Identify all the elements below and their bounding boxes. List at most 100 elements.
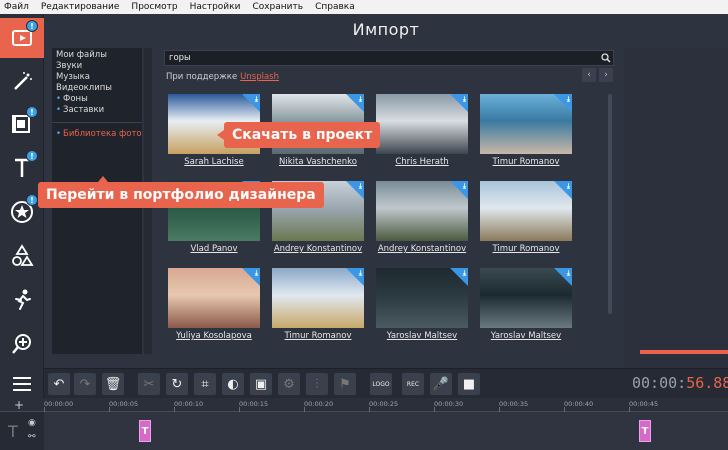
timeline-ruler[interactable]: + 00:00:00 00:00:05 00:00:10 00:00:15 00:00:… bbox=[0, 398, 728, 412]
notification-badge: ! bbox=[26, 194, 38, 206]
author-link[interactable]: Vlad Panov bbox=[164, 244, 264, 254]
author-link[interactable]: Timur Romanov bbox=[476, 244, 576, 254]
category-item[interactable]: Фоны bbox=[52, 94, 142, 105]
menubar: Файл Редактирование Просмотр Настройки С… bbox=[0, 0, 728, 14]
category-photo-library[interactable]: Библиотека фото bbox=[52, 129, 142, 140]
ruler-tick-label: 00:00:25 bbox=[369, 400, 399, 408]
search-button[interactable] bbox=[597, 50, 614, 66]
category-item[interactable]: Заставки bbox=[52, 105, 142, 116]
undo-button[interactable]: ↶ bbox=[48, 373, 70, 395]
photo-thumbnail[interactable]: ⤓ bbox=[168, 268, 260, 328]
flag-button[interactable]: ⚑ bbox=[334, 373, 356, 395]
author-link[interactable]: Sarah Lachise bbox=[164, 157, 264, 167]
title-clip[interactable]: T bbox=[639, 420, 651, 442]
powered-by: При поддержке Unsplash bbox=[166, 72, 279, 82]
camera-icon: ■ bbox=[462, 376, 476, 392]
time-display: 00:00:56.88 bbox=[632, 374, 728, 392]
photo-thumbnail[interactable]: ⤓ bbox=[480, 94, 572, 154]
menu-help[interactable]: Справка bbox=[315, 2, 355, 12]
rec-icon: REC bbox=[406, 380, 420, 388]
author-link[interactable]: Nikita Vashchenko bbox=[268, 157, 368, 167]
category-item[interactable]: Музыка bbox=[52, 72, 142, 83]
ruler-tick-label: 00:00:20 bbox=[304, 400, 334, 408]
animation-tool-button[interactable] bbox=[0, 280, 44, 320]
trash-icon: 🗑 bbox=[104, 376, 122, 392]
menu-view[interactable]: Просмотр bbox=[131, 2, 177, 12]
ruler-tick-label: 00:00:10 bbox=[174, 400, 204, 408]
color-icon: ◐ bbox=[227, 376, 239, 392]
rotate-button[interactable]: ↻ bbox=[166, 373, 188, 395]
eye-icon[interactable]: ◉ bbox=[28, 418, 36, 428]
rotate-icon: ↻ bbox=[171, 376, 183, 392]
powered-by-text: При поддержке bbox=[166, 72, 238, 82]
author-link[interactable]: Timur Romanov bbox=[476, 157, 576, 167]
category-item[interactable]: Звуки bbox=[52, 61, 142, 72]
time-fraction: 56.88 bbox=[686, 374, 728, 392]
shapes-icon bbox=[12, 244, 34, 266]
camera-button[interactable]: ■ bbox=[458, 373, 480, 395]
running-man-icon bbox=[15, 289, 31, 310]
magic-wand-icon bbox=[14, 72, 32, 90]
titles-tool-button[interactable]: ! bbox=[0, 148, 44, 188]
ruler-tick-label: 00:00:15 bbox=[239, 400, 269, 408]
download-icon: ⤓ bbox=[254, 95, 258, 103]
gear-icon: ⚙ bbox=[283, 376, 295, 392]
mic-icon: 🎤 bbox=[432, 376, 450, 392]
gear-button[interactable]: ⚙ bbox=[278, 373, 300, 395]
trash-button[interactable]: 🗑 bbox=[102, 373, 124, 395]
chevron-right-icon: › bbox=[604, 70, 608, 80]
portfolio-callout: Перейти в портфолио дизайнера bbox=[38, 176, 324, 208]
search-input[interactable]: горы bbox=[164, 50, 614, 66]
rec-button[interactable]: REC bbox=[402, 373, 424, 395]
menu-edit[interactable]: Редактирование bbox=[41, 2, 120, 12]
photo-thumbnail[interactable]: ⤓ bbox=[376, 181, 468, 241]
author-link[interactable]: Andrey Konstantinov bbox=[268, 244, 368, 254]
photo-thumbnail[interactable]: ⤓ bbox=[480, 268, 572, 328]
photo-thumbnail[interactable]: ⤓ bbox=[272, 268, 364, 328]
equalizer-icon: ⫶ bbox=[315, 376, 319, 392]
title-clip[interactable]: T bbox=[139, 420, 151, 442]
author-link[interactable]: Yuliya Kosolapova bbox=[164, 331, 264, 341]
ruler-tick-label: 00:00:40 bbox=[564, 400, 594, 408]
time-main: 00:00: bbox=[632, 374, 687, 392]
author-link[interactable]: Andrey Konstantinov bbox=[372, 244, 472, 254]
import-tool-button[interactable]: ! bbox=[0, 18, 44, 58]
link-icon[interactable]: ⚯ bbox=[28, 432, 36, 442]
download-icon: ⤓ bbox=[358, 182, 362, 190]
fit-icon: ▣ bbox=[254, 376, 268, 392]
menu-save[interactable]: Сохранить bbox=[252, 2, 303, 12]
unsplash-link[interactable]: Unsplash bbox=[240, 72, 279, 82]
scissors-button[interactable]: ✂ bbox=[138, 373, 160, 395]
author-link[interactable]: Yaroslav Maltsev bbox=[372, 331, 472, 341]
menu-settings[interactable]: Настройки bbox=[190, 2, 241, 12]
color-button[interactable]: ◐ bbox=[222, 373, 244, 395]
category-item[interactable]: Мои файлы bbox=[52, 50, 142, 61]
redo-icon: ↷ bbox=[79, 376, 91, 392]
filters-tool-button[interactable]: ! bbox=[0, 104, 44, 144]
photo-thumbnail[interactable]: ⤓ bbox=[376, 94, 468, 154]
add-track-icon[interactable]: + bbox=[14, 398, 24, 412]
photo-thumbnail[interactable]: ⤓ bbox=[480, 181, 572, 241]
grid-scrollbar[interactable] bbox=[608, 94, 612, 314]
author-link[interactable]: Timur Romanov bbox=[268, 331, 368, 341]
crop-button[interactable]: ⌗ bbox=[194, 373, 216, 395]
fit-button[interactable]: ▣ bbox=[250, 373, 272, 395]
equalizer-button[interactable]: ⫶ bbox=[306, 373, 328, 395]
undo-icon: ↶ bbox=[53, 376, 65, 392]
author-link[interactable]: Yaroslav Maltsev bbox=[476, 331, 576, 341]
prev-page-button[interactable]: ‹ bbox=[582, 68, 596, 82]
mic-button[interactable]: 🎤 bbox=[430, 373, 452, 395]
next-page-button[interactable]: › bbox=[599, 68, 613, 82]
photo-thumbnail[interactable]: ⤓ bbox=[376, 268, 468, 328]
zoom-tool-button[interactable] bbox=[0, 324, 44, 364]
crop-icon: ⌗ bbox=[201, 376, 209, 392]
category-item[interactable]: Видеоклипы bbox=[52, 83, 142, 94]
shapes-tool-button[interactable] bbox=[0, 236, 44, 276]
ruler-tick-label: 00:00:00 bbox=[44, 400, 74, 408]
download-icon: ⤓ bbox=[566, 182, 570, 190]
menu-file[interactable]: Файл bbox=[4, 2, 29, 12]
effects-tool-button[interactable] bbox=[0, 62, 44, 102]
logo-button[interactable]: LOGO bbox=[370, 373, 392, 395]
author-link[interactable]: Chris Herath bbox=[372, 157, 472, 167]
redo-button[interactable]: ↷ bbox=[74, 373, 96, 395]
